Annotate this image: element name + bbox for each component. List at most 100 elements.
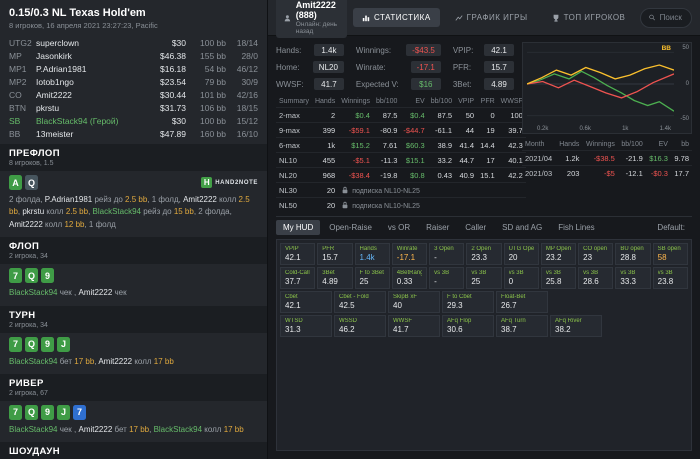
hud-stat-cell[interactable]: VPIP 42.1 xyxy=(280,243,316,265)
hud-stat-cell[interactable]: vs 3B 25 xyxy=(466,267,502,289)
hud-stat-cell[interactable]: vs 3B 33.3 xyxy=(615,267,651,289)
player-row[interactable]: MP1 P.Adrian1981 $16.18 54 bb 46/12 xyxy=(0,62,267,75)
hud-stat-cell[interactable]: F to Cbet 29.3 xyxy=(442,291,494,313)
hud-stat-cell[interactable]: WWSF 41.7 xyxy=(388,315,440,337)
table-row[interactable]: 2-max 2 $0.4 87.5 $0.4 87.5 50 0 100 xyxy=(276,107,526,123)
winnings-chart[interactable]: 50 0 -50 0.2k 0.6k 1k 1.4k BB xyxy=(522,42,692,134)
table-row[interactable]: 2021/04 1.2k -$38.5 -21.9 $16.3 9.78 xyxy=(522,150,692,166)
hud-stat-cell[interactable]: vs 3B - xyxy=(429,267,465,289)
player-row[interactable]: UTG2 superclown $30 100 bb 18/14 xyxy=(0,36,267,49)
column-header[interactable]: EV xyxy=(400,96,427,108)
hud-stat-cell[interactable]: SkipB xF 40 xyxy=(388,291,440,313)
hud-stat-cell[interactable]: 3Bet 4.89 xyxy=(317,267,353,289)
hud-tab[interactable]: Fish Lines xyxy=(551,220,601,235)
hud-stat-cell[interactable]: Hands 1.4k xyxy=(354,243,390,265)
hud-stat-cell[interactable]: WTSD 31.3 xyxy=(280,315,332,337)
player-row[interactable]: SB BlackStack94 (Герой) $30 100 bb 15/12 xyxy=(0,114,267,127)
hud-stat-cell[interactable]: 3 Open - xyxy=(429,243,465,265)
hud-tab[interactable]: Open-Raise xyxy=(322,220,379,235)
hud-tab[interactable]: Raiser xyxy=(419,220,456,235)
search-input[interactable] xyxy=(659,13,683,22)
column-header[interactable]: bb/100 xyxy=(373,96,400,108)
table-row[interactable]: 6-max 1k $15.2 7.61 $60.3 38.9 41.4 14.4… xyxy=(276,137,526,153)
hud-stat-label: VPIP xyxy=(285,246,299,252)
column-header[interactable]: VPIP xyxy=(455,96,477,108)
summary-table: Summary Hands Winnings bb/100 EV bb/100 … xyxy=(276,96,526,212)
stat-value: 15.7 xyxy=(484,61,514,73)
column-header[interactable]: Summary xyxy=(276,96,312,108)
column-header[interactable]: bb xyxy=(671,139,692,151)
action-segment: Amit2222 xyxy=(9,219,43,229)
playing-card: J xyxy=(57,404,70,420)
player-row[interactable]: MP2 Iotob1ngo $23.54 79 bb 30/9 xyxy=(0,75,267,88)
hud-tab[interactable]: Default: xyxy=(650,220,692,235)
hud-stat-cell[interactable]: BU open 28.8 xyxy=(615,243,651,265)
hud-stat-cell[interactable]: 2 Open 23.3 xyxy=(466,243,502,265)
hud-stat-value: 41.7 xyxy=(393,325,409,334)
column-header[interactable]: Winnings xyxy=(582,139,617,151)
player-row[interactable]: CO Amit2222 $30.44 101 bb 42/16 xyxy=(0,88,267,101)
hud-stat-label: 2 Open xyxy=(471,246,492,252)
player-row[interactable]: MP Jasonkirk $46.38 155 bb 28/0 xyxy=(0,49,267,62)
hud-stat-cell[interactable]: Cbet - Fold 42.5 xyxy=(334,291,386,313)
playing-card: 7 xyxy=(73,404,86,420)
table-row[interactable]: 9-max 399 -$59.1 -80.9 -$44.7 -61.1 44 1… xyxy=(276,122,526,138)
hud-stat-label: SB open xyxy=(657,246,681,252)
hud-stat-cell[interactable]: MP Open 23.2 xyxy=(540,243,577,265)
hud-tab[interactable]: SD and AG xyxy=(495,220,549,235)
hud-stat-cell[interactable]: Winrate -17.1 xyxy=(391,243,428,265)
hud-grid: VPIP 42.1 PFR 15.7 Hands 1.4k Winrate -1… xyxy=(276,239,692,451)
table-row[interactable]: 2021/03 203 -$5 -12.1 -$0.3 17.7 xyxy=(522,165,692,180)
online-status: Онлайн: день назад xyxy=(295,21,338,35)
hud-tab[interactable]: vs OR xyxy=(381,220,417,235)
locked-table-row[interactable]: NL30 20 подписка NL10-NL25 xyxy=(276,182,526,198)
player-row[interactable]: BTN pkrstu $31.73 106 bb 18/15 xyxy=(0,101,267,114)
player-name: 13meister xyxy=(36,128,74,139)
street-preflop: ПРЕФЛОП 8 игроков, 1.5 AQ H HAND2NOTE 2 … xyxy=(0,144,267,237)
hud-stat-value: 23.8 xyxy=(657,277,674,286)
column-header[interactable]: bb/100 xyxy=(618,139,646,151)
hud-stat-cell[interactable]: AFq Turn 38.7 xyxy=(496,315,548,337)
hud-stat-cell[interactable]: vs 3B 28.6 xyxy=(578,267,614,289)
hud-stat-cell[interactable]: vs 3B 23.8 xyxy=(652,267,688,289)
table-row[interactable]: NL10 455 -$5.1 -11.3 $15.1 33.2 44.7 17 … xyxy=(276,152,526,168)
column-header[interactable]: Hands xyxy=(556,139,583,151)
column-header[interactable]: PFR xyxy=(477,96,498,108)
player-chip[interactable]: Amit2222 (888) Онлайн: день назад xyxy=(276,0,348,38)
hud-tab[interactable]: Caller xyxy=(458,220,493,235)
column-header[interactable]: bb/100 xyxy=(428,96,455,108)
hud-stat-label: F to 3Bet xyxy=(359,270,384,276)
hud-stat-cell[interactable]: AFq Flop 30.6 xyxy=(442,315,494,337)
hud-stat-cell[interactable]: Float-Bet 26.7 xyxy=(496,291,548,313)
column-header[interactable]: EV xyxy=(646,139,671,151)
hud-stat-cell[interactable]: AFq River 38.2 xyxy=(550,315,602,337)
table-row[interactable]: NL20 968 -$38.4 -19.8 $0.8 0.43 40.9 15.… xyxy=(276,167,526,183)
hud-stat-cell[interactable]: vs 3B 0 xyxy=(503,267,539,289)
player-row[interactable]: BB 13meister $47.89 160 bb 16/10 xyxy=(0,127,267,140)
hud-stat-cell[interactable]: 4BetRange 0.33 xyxy=(391,267,428,289)
hud-stat-value: 30.6 xyxy=(447,325,463,334)
hud-stat-cell[interactable]: vs 3B 25.8 xyxy=(540,267,577,289)
hud-tab[interactable]: My HUD xyxy=(276,220,321,235)
hud-stat-cell[interactable]: F to 3Bet 25 xyxy=(354,267,390,289)
hud-stat-value: 25 xyxy=(471,277,481,286)
hud-stat-cell[interactable]: Cbet 42.1 xyxy=(280,291,332,313)
hud-stat-cell[interactable]: UTG Open 20 xyxy=(503,243,539,265)
tab-graph[interactable]: ГРАФИК ИГРЫ xyxy=(446,8,537,27)
hud-stat-cell[interactable]: Cold-Call 37.7 xyxy=(280,267,316,289)
hud-stat-cell[interactable]: WSSD 46.2 xyxy=(334,315,386,337)
hud-stat-cell[interactable]: PFR 15.7 xyxy=(317,243,353,265)
hud-stat-cell[interactable]: SB open 58 xyxy=(652,243,688,265)
stat-label: Hands: xyxy=(276,45,302,55)
locked-table-row[interactable]: NL50 20 подписка NL10-NL25 xyxy=(276,197,526,212)
hud-stat-cell[interactable]: CO open 23 xyxy=(578,243,614,265)
player-bb: 100 bb xyxy=(200,37,226,48)
tab-statistics[interactable]: СТАТИСТИКА xyxy=(353,8,440,27)
playing-card: Q xyxy=(25,336,38,352)
column-header[interactable]: Month xyxy=(522,139,556,151)
column-header[interactable]: Hands xyxy=(312,96,338,108)
column-header[interactable]: Winnings xyxy=(338,96,373,108)
tab-top-players[interactable]: ТОП ИГРОКОВ xyxy=(543,8,635,27)
river-actions: BlackStack94 чек , Amit2222 бет 17 bb, B… xyxy=(0,421,267,442)
stat-cell: Winnings: -$43.5 xyxy=(356,44,441,56)
